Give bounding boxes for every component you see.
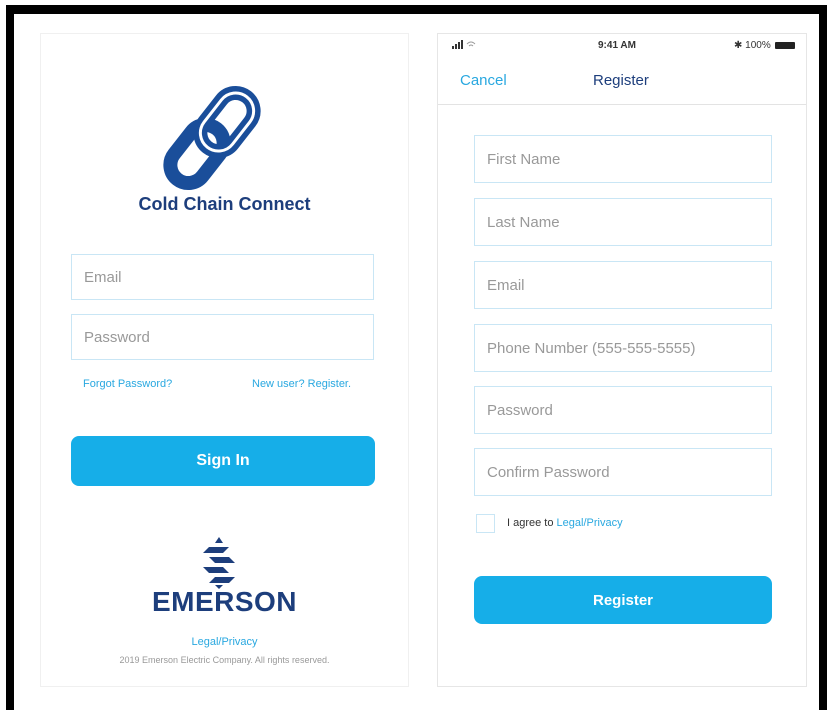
agree-label: I agree to Legal/Privacy (507, 517, 623, 529)
login-screen: Cold Chain Connect Forgot Password? New … (40, 33, 409, 687)
copyright-text: 2019 Emerson Electric Company. All right… (119, 655, 330, 665)
status-bar: 9:41 AM ✱ 100% (438, 34, 806, 56)
battery-icon (775, 42, 795, 49)
password-field[interactable] (71, 314, 374, 360)
register-screen: 9:41 AM ✱ 100% Cancel Register I agree t… (437, 33, 807, 687)
nav-bar: Cancel Register (438, 56, 806, 105)
last-name-field[interactable] (474, 198, 772, 246)
bluetooth-icon: ✱ (734, 40, 743, 51)
sign-in-button[interactable]: Sign In (71, 436, 375, 486)
legal-privacy-link[interactable]: Legal/Privacy (557, 517, 623, 529)
password-field[interactable] (474, 386, 772, 434)
first-name-field[interactable] (474, 135, 772, 183)
register-button[interactable]: Register (474, 576, 772, 624)
emerson-logo-icon (203, 537, 235, 589)
email-field[interactable] (71, 254, 374, 300)
app-name: Cold Chain Connect (138, 194, 311, 214)
page-title: Register (593, 72, 649, 89)
cancel-button[interactable]: Cancel (460, 72, 507, 89)
battery-percent: 100% (745, 40, 771, 51)
email-field[interactable] (474, 261, 772, 309)
agree-text: I agree to (507, 517, 554, 529)
brand-wordmark: EMERSON (151, 586, 298, 617)
legal-privacy-link[interactable]: Legal/Privacy (41, 636, 408, 648)
phone-number-field[interactable] (474, 324, 772, 372)
signal-icon (452, 40, 476, 49)
confirm-password-field[interactable] (474, 448, 772, 496)
battery-text: ✱ 100% (734, 40, 771, 51)
chain-link-logo-icon (163, 85, 261, 191)
status-time: 9:41 AM (598, 40, 636, 51)
agree-checkbox[interactable] (476, 514, 495, 533)
register-link[interactable]: New user? Register. (252, 378, 351, 390)
forgot-password-link[interactable]: Forgot Password? (83, 378, 172, 390)
